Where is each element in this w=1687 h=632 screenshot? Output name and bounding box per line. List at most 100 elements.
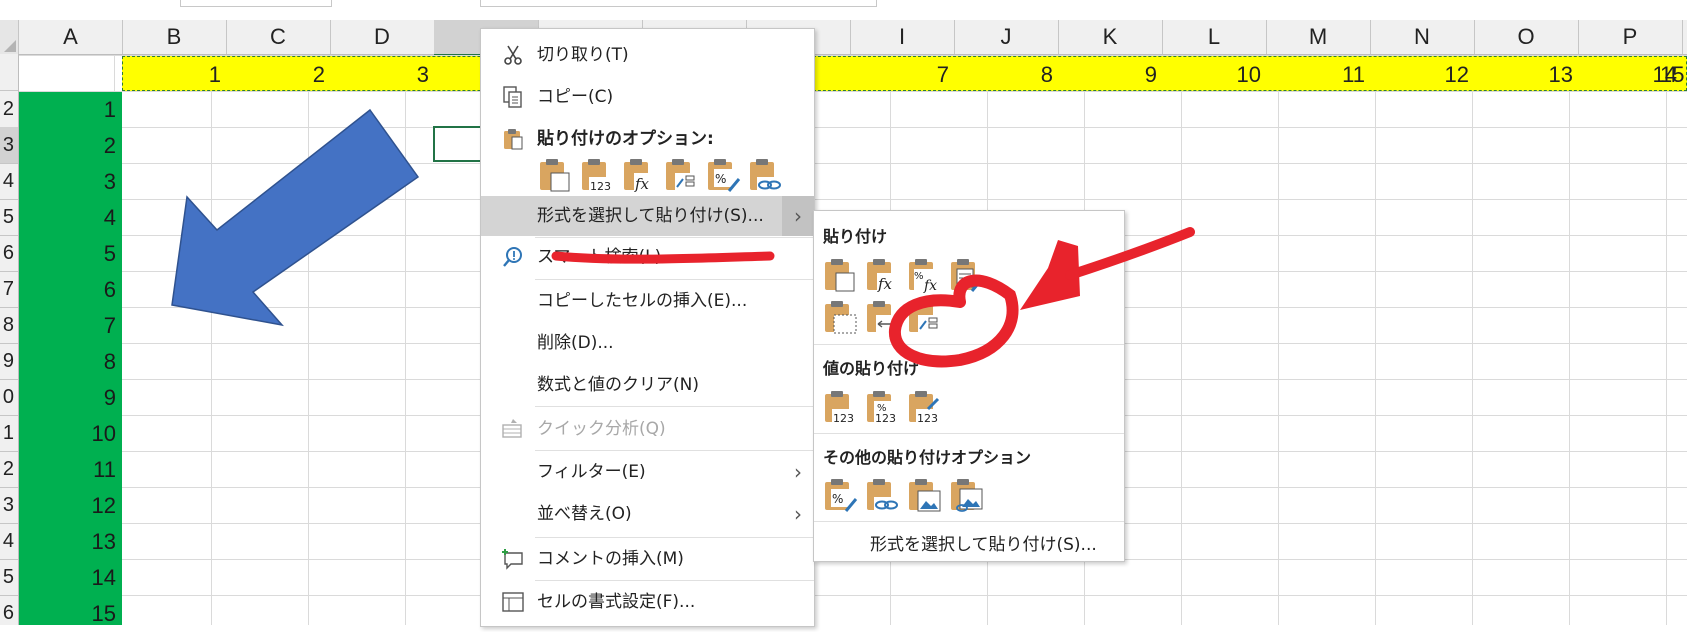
paste-values-number-format-icon[interactable]: %123 xyxy=(864,389,900,425)
row-header[interactable]: 8 xyxy=(0,307,18,344)
paste-keep-column-widths-icon[interactable] xyxy=(864,299,900,335)
paste-linked-picture-icon[interactable] xyxy=(948,477,984,513)
paste-values-icon[interactable]: 123 xyxy=(822,389,858,425)
comment-icon xyxy=(502,549,523,570)
paste-transpose-icon[interactable] xyxy=(663,157,699,193)
yellow-highlighted-row[interactable]: 1 2 3 7 8 9 10 11 12 13 14 15 xyxy=(122,56,1687,91)
menu-item-insert-comment[interactable]: コメントの挿入(M) xyxy=(481,539,814,579)
column-header-j[interactable]: J xyxy=(954,20,1059,54)
row-header[interactable]: 4 xyxy=(0,523,18,560)
paste-formulas-icon[interactable]: fx xyxy=(621,157,657,193)
cell-value: 1 xyxy=(103,97,116,122)
column-header-p[interactable]: P xyxy=(1578,20,1683,54)
cell-value: 8 xyxy=(103,349,116,374)
svg-text:%: % xyxy=(914,271,924,282)
column-header-m[interactable]: M xyxy=(1266,20,1371,54)
cell-value: 7 xyxy=(103,313,116,338)
column-header-l[interactable]: L xyxy=(1162,20,1267,54)
menu-separator xyxy=(535,406,814,407)
paste-formatting-icon[interactable]: % xyxy=(822,477,858,513)
paste-values-icon[interactable]: 123 xyxy=(579,157,615,193)
row-header[interactable]: 0 xyxy=(0,379,18,416)
column-header-o[interactable]: O xyxy=(1474,20,1579,54)
paste-transpose-icon[interactable] xyxy=(906,299,942,335)
row-header[interactable] xyxy=(0,54,18,91)
svg-text:fx: fx xyxy=(634,175,650,193)
submenu-paste-special-item[interactable]: 形式を選択して貼り付け(S)... xyxy=(870,530,1097,555)
row-header[interactable]: 3 xyxy=(0,487,18,524)
paste-formatting-icon[interactable]: % xyxy=(705,157,741,193)
cell-value: 12 xyxy=(91,493,116,518)
row-header-bar: 2 3 4 5 6 7 8 9 0 1 2 3 4 5 6 xyxy=(0,54,19,625)
row-header[interactable]: 5 xyxy=(0,559,18,596)
menu-item-format-cells[interactable]: セルの書式設定(F)... xyxy=(481,582,814,622)
cell-value: 13 xyxy=(91,529,116,554)
paste-formulas-icon[interactable]: fx xyxy=(864,257,900,293)
menu-item-paste-special[interactable]: 形式を選択して貼り付け(S)... › xyxy=(481,196,814,236)
row-header[interactable]: 9 xyxy=(0,343,18,380)
column-header-k[interactable]: K xyxy=(1058,20,1163,54)
name-box[interactable] xyxy=(180,0,332,7)
submenu-separator xyxy=(814,344,1124,345)
cell-value: 15 xyxy=(1660,62,1685,87)
paste-link-icon[interactable] xyxy=(864,477,900,513)
paste-picture-icon[interactable] xyxy=(906,477,942,513)
menu-item-copy[interactable]: コピー(C) xyxy=(481,77,814,117)
svg-text:123: 123 xyxy=(875,412,896,425)
scissors-icon xyxy=(504,45,522,65)
menu-separator xyxy=(535,450,814,451)
chevron-right-icon: › xyxy=(794,460,802,484)
row-header[interactable]: 2 xyxy=(0,91,18,128)
svg-text:%: % xyxy=(832,492,843,506)
cell-value: 14 xyxy=(91,565,116,590)
column-header-c[interactable]: C xyxy=(226,20,331,54)
svg-text:%: % xyxy=(715,172,726,186)
paste-icon[interactable] xyxy=(822,257,858,293)
paste-keep-source-format-icon[interactable] xyxy=(948,257,984,293)
cell-value: 11 xyxy=(1342,62,1365,87)
submenu-separator xyxy=(814,521,1124,522)
format-cells-icon xyxy=(502,592,524,612)
cell-value: 9 xyxy=(1144,62,1157,87)
cell-value: 9 xyxy=(103,385,116,410)
select-all-button[interactable] xyxy=(0,20,19,54)
menu-item-filter[interactable]: フィルター(E) › xyxy=(481,452,814,492)
submenu-separator xyxy=(814,433,1124,434)
menu-item-quick-analysis: クイック分析(Q) xyxy=(481,409,814,449)
cell-value: 4 xyxy=(103,205,116,230)
paste-special-submenu: 貼り付け fx % fx 値の貼り付け 123 % 123 123 その他の貼り付け… xyxy=(813,210,1125,562)
column-header-d[interactable]: D xyxy=(330,20,435,54)
formula-input[interactable] xyxy=(480,0,877,7)
row-header[interactable]: 6 xyxy=(0,595,18,625)
row-header[interactable]: 3 xyxy=(0,127,18,164)
menu-item-delete[interactable]: 削除(D)... xyxy=(481,323,814,363)
column-header-i[interactable]: I xyxy=(850,20,955,54)
column-header-n[interactable]: N xyxy=(1370,20,1475,54)
paste-link-icon[interactable] xyxy=(747,157,783,193)
row-header[interactable]: 7 xyxy=(0,271,18,308)
row-header[interactable]: 1 xyxy=(0,415,18,452)
cell-value: 2 xyxy=(103,133,116,158)
smart-lookup-icon xyxy=(503,247,522,267)
paste-no-borders-icon[interactable] xyxy=(822,299,858,335)
row-header[interactable]: 5 xyxy=(0,199,18,236)
row-header[interactable]: 2 xyxy=(0,451,18,488)
select-all-icon xyxy=(4,40,16,52)
paste-formulas-and-number-format-icon[interactable]: %fx xyxy=(906,257,942,293)
row-header[interactable]: 6 xyxy=(0,235,18,272)
menu-item-insert-copied-cells[interactable]: コピーしたセルの挿入(E)... xyxy=(481,281,814,321)
paste-icon[interactable] xyxy=(537,157,573,193)
menu-item-clear-contents[interactable]: 数式と値のクリア(N) xyxy=(481,365,814,405)
menu-item-smart-lookup[interactable]: スマート検索(L) xyxy=(481,237,814,277)
column-header-bar: A B C D E F G H I J K L M N O P xyxy=(19,20,1687,56)
green-highlighted-column[interactable]: 1 2 3 4 5 6 7 8 9 10 11 12 13 14 15 xyxy=(19,92,122,626)
menu-item-sort[interactable]: 並べ替え(O) › xyxy=(481,494,814,534)
cell-value: 5 xyxy=(103,241,116,266)
chevron-right-icon: › xyxy=(794,502,802,526)
column-header-a[interactable]: A xyxy=(19,20,123,54)
cell-value: 13 xyxy=(1548,62,1573,87)
menu-item-cut[interactable]: 切り取り(T) xyxy=(481,35,814,75)
row-header[interactable]: 4 xyxy=(0,163,18,200)
column-header-b[interactable]: B xyxy=(122,20,227,54)
paste-values-source-format-icon[interactable]: 123 xyxy=(906,389,942,425)
